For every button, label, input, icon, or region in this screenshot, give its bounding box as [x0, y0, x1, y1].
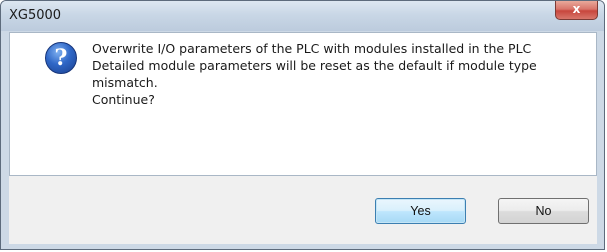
close-button[interactable]: x	[555, 1, 598, 20]
question-icon: ?	[45, 42, 77, 74]
dialog-message: Overwrite I/O parameters of the PLC with…	[92, 40, 572, 108]
yes-button[interactable]: Yes	[375, 198, 466, 224]
no-button[interactable]: No	[498, 198, 589, 224]
dialog-title: XG5000	[9, 8, 62, 23]
message-line: Detailed module parameters will be reset…	[92, 58, 537, 73]
dialog-window: XG5000 x ? Overwrite I/O parameters of t…	[0, 0, 605, 250]
message-line: Continue?	[92, 92, 155, 107]
message-line: mismatch.	[92, 75, 158, 90]
close-icon: x	[572, 2, 581, 16]
message-line: Overwrite I/O parameters of the PLC with…	[92, 41, 532, 56]
title-bar[interactable]: XG5000 x	[1, 1, 604, 31]
